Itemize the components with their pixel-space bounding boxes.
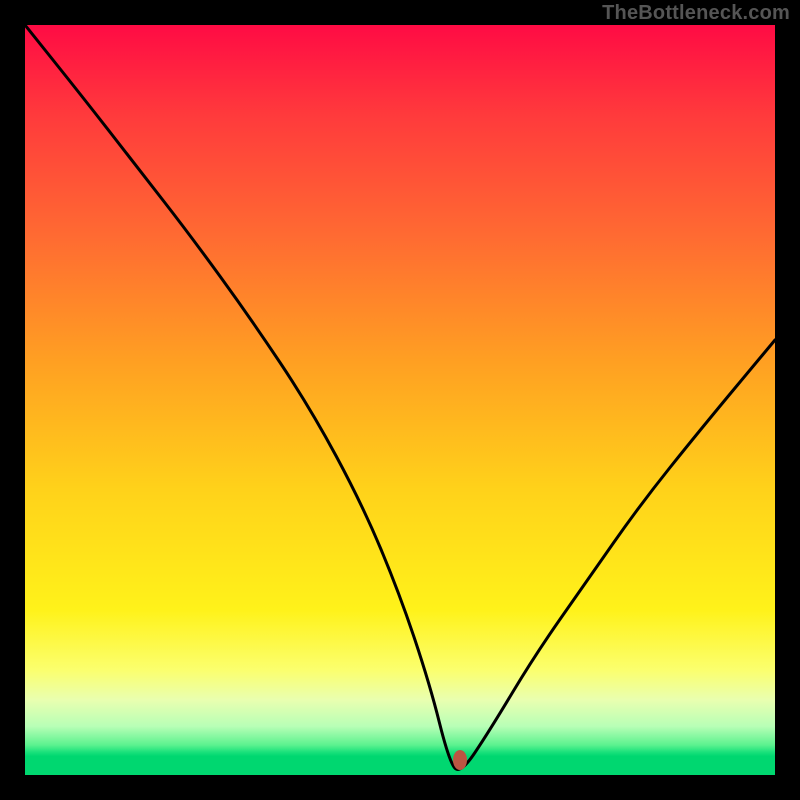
bottleneck-curve-path	[25, 25, 775, 769]
watermark-text: TheBottleneck.com	[602, 2, 790, 25]
optimal-point-marker	[453, 750, 467, 770]
bottleneck-curve	[25, 25, 775, 775]
chart-frame: TheBottleneck.com	[0, 0, 800, 800]
plot-area	[25, 25, 775, 775]
